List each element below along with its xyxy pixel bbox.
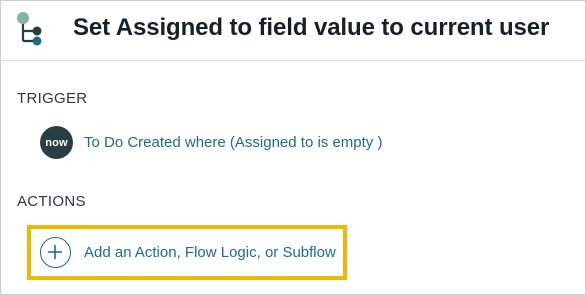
trigger-item[interactable]: now To Do Created where (Assigned to is … bbox=[40, 126, 560, 159]
add-action-button[interactable]: Add an Action, Flow Logic, or Subflow bbox=[27, 225, 347, 280]
trigger-section-label: TRIGGER bbox=[17, 90, 88, 107]
trigger-description-link[interactable]: To Do Created where (Assigned to is empt… bbox=[84, 134, 382, 151]
actions-section-label: ACTIONS bbox=[17, 193, 86, 210]
add-action-label[interactable]: Add an Action, Flow Logic, or Subflow bbox=[84, 244, 336, 261]
flow-header: Set Assigned to field value to current u… bbox=[1, 1, 585, 61]
flow-designer-panel: Set Assigned to field value to current u… bbox=[0, 0, 586, 295]
now-logo-icon: now bbox=[40, 126, 73, 159]
flow-diagram-icon bbox=[16, 11, 52, 49]
page-title: Set Assigned to field value to current u… bbox=[73, 14, 550, 41]
plus-circle-icon[interactable] bbox=[40, 237, 71, 268]
